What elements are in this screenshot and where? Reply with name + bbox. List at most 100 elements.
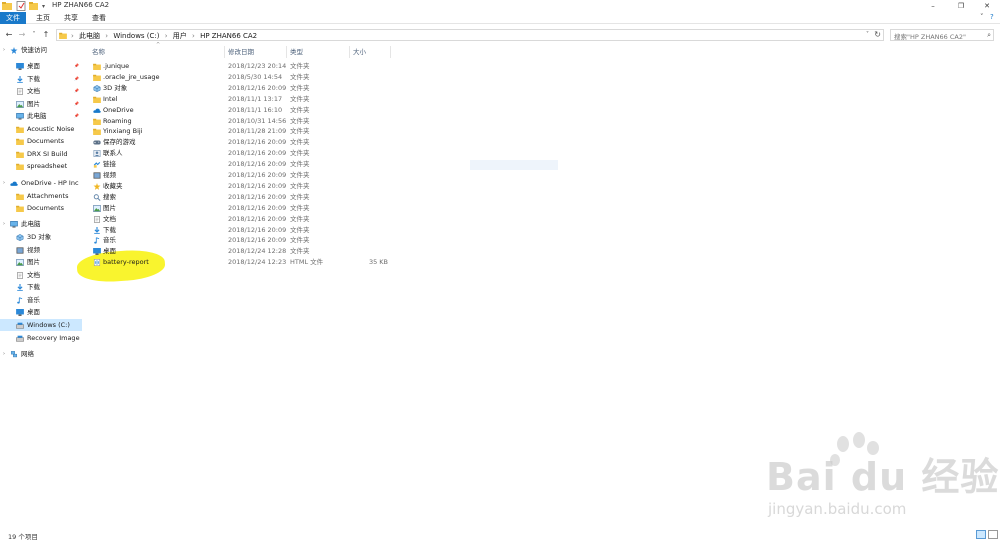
sidebar-item[interactable]: spreadsheet xyxy=(0,160,82,172)
file-row[interactable]: battery-report 2018/12/24 12:23 HTML 文件 35 … xyxy=(90,257,390,268)
details-view-icon[interactable] xyxy=(976,530,986,539)
breadcrumb-separator[interactable]: › xyxy=(192,32,195,40)
column-divider[interactable] xyxy=(286,46,287,58)
new-folder-icon[interactable] xyxy=(29,1,39,11)
file-row[interactable]: 链接 2018/12/16 20:09 文件夹 xyxy=(90,159,390,170)
recent-locations-button[interactable]: ˅ xyxy=(29,29,39,41)
column-header-size[interactable]: 大小 xyxy=(353,46,366,58)
sidebar-item[interactable]: 桌面 📌 xyxy=(0,60,82,72)
file-row[interactable]: 文档 2018/12/16 20:09 文件夹 xyxy=(90,214,390,225)
sidebar-item[interactable]: 下载 📌 xyxy=(0,73,82,85)
sidebar-item[interactable]: DRX SI Build xyxy=(0,148,82,160)
file-row[interactable]: 视频 2018/12/16 20:09 文件夹 xyxy=(90,170,390,181)
sidebar-item[interactable]: Documents xyxy=(0,135,82,147)
breadcrumb-separator[interactable]: › xyxy=(105,32,108,40)
file-row[interactable]: 搜索 2018/12/16 20:09 文件夹 xyxy=(90,192,390,203)
sidebar-item[interactable]: Documents xyxy=(0,202,82,214)
breadcrumb-separator[interactable]: › xyxy=(71,32,74,40)
breadcrumb-current-folder[interactable]: HP ZHAN66 CA2 xyxy=(200,32,257,40)
pin-icon[interactable]: 📌 xyxy=(74,110,79,122)
quick-access-dropdown-icon[interactable]: ▾ xyxy=(42,3,45,10)
sidebar-item[interactable]: › 此电脑 xyxy=(0,218,82,230)
sidebar-item[interactable]: 下载 xyxy=(0,281,82,293)
sidebar-item[interactable]: 桌面 xyxy=(0,306,82,318)
file-row[interactable]: OneDrive 2018/11/1 16:10 文件夹 xyxy=(90,105,390,116)
help-icon[interactable]: ? xyxy=(990,13,994,21)
pin-icon[interactable]: 📌 xyxy=(74,73,79,85)
tab-view[interactable]: 查看 xyxy=(86,12,112,24)
address-dropdown-icon[interactable]: ˅ xyxy=(866,31,869,38)
file-type: 文件夹 xyxy=(290,203,310,212)
file-row[interactable]: .junique 2018/12/23 20:14 文件夹 xyxy=(90,61,390,72)
pin-icon[interactable]: 📌 xyxy=(74,85,79,97)
document-icon xyxy=(93,215,101,223)
column-header-name[interactable]: 名称 xyxy=(92,46,105,58)
folder-icon xyxy=(16,192,24,200)
file-row[interactable]: 3D 对象 2018/12/16 20:09 文件夹 xyxy=(90,83,390,94)
breadcrumb-separator[interactable]: › xyxy=(165,32,168,40)
back-button[interactable]: ← xyxy=(4,29,14,41)
file-type: 文件夹 xyxy=(290,236,310,245)
file-row[interactable]: 保存的游戏 2018/12/16 20:09 文件夹 xyxy=(90,137,390,148)
file-name: 视频 xyxy=(103,171,116,179)
minimize-button[interactable]: – xyxy=(922,0,944,12)
expand-chevron-icon[interactable]: › xyxy=(3,177,5,189)
maximize-button[interactable]: ❐ xyxy=(950,0,972,12)
file-date: 2018/12/16 20:09 xyxy=(228,214,287,223)
sidebar-item[interactable]: 视频 xyxy=(0,244,82,256)
refresh-icon[interactable]: ↻ xyxy=(874,30,881,39)
breadcrumb-drive-c[interactable]: Windows (C:) xyxy=(113,32,159,40)
large-icons-view-icon[interactable] xyxy=(988,530,998,539)
file-row[interactable]: 下载 2018/12/16 20:09 文件夹 xyxy=(90,225,390,236)
sidebar-item[interactable]: 此电脑 📌 xyxy=(0,110,82,122)
file-row[interactable]: .oracle_jre_usage 2018/5/30 14:54 文件夹 xyxy=(90,72,390,83)
file-row[interactable]: 音乐 2018/12/16 20:09 文件夹 xyxy=(90,235,390,246)
breadcrumb-users[interactable]: 用户 xyxy=(173,32,187,40)
sidebar-item[interactable]: › 快速访问 xyxy=(0,44,82,56)
sidebar-item[interactable]: Attachments xyxy=(0,190,82,202)
sidebar-item[interactable]: 音乐 xyxy=(0,294,82,306)
folder-icon[interactable] xyxy=(2,1,12,11)
tab-share[interactable]: 共享 xyxy=(58,12,84,24)
watermark-url: jingyan.baidu.com xyxy=(768,500,907,518)
column-divider[interactable] xyxy=(390,46,391,58)
file-row[interactable]: Roaming 2018/10/31 14:56 文件夹 xyxy=(90,116,390,127)
up-button[interactable]: ↑ xyxy=(41,29,51,41)
pin-icon[interactable]: 📌 xyxy=(74,60,79,72)
file-row[interactable]: 桌面 2018/12/24 12:28 文件夹 xyxy=(90,246,390,257)
file-row[interactable]: 图片 2018/12/16 20:09 文件夹 xyxy=(90,203,390,214)
search-input[interactable]: 搜索"HP ZHAN66 CA2" ⌕ xyxy=(890,29,994,41)
file-row[interactable]: Yinxiang Biji 2018/11/28 21:09 文件夹 xyxy=(90,126,390,137)
forward-button[interactable]: → xyxy=(17,29,27,41)
file-row[interactable]: Intel 2018/11/1 13:17 文件夹 xyxy=(90,94,390,105)
column-header-date[interactable]: 修改日期 xyxy=(228,46,254,58)
sidebar-item[interactable]: 图片 xyxy=(0,256,82,268)
sidebar-item[interactable]: Acoustic Noise xyxy=(0,123,82,135)
tab-file[interactable]: 文件 xyxy=(0,12,26,24)
file-row[interactable]: 收藏夹 2018/12/16 20:09 文件夹 xyxy=(90,181,390,192)
column-divider[interactable] xyxy=(349,46,350,58)
breadcrumb-this-pc[interactable]: 此电脑 xyxy=(79,32,100,40)
expand-chevron-icon[interactable]: › xyxy=(3,348,5,360)
ribbon-expand-icon[interactable]: ˅ xyxy=(980,13,984,21)
sidebar-item[interactable]: 图片 📌 xyxy=(0,98,82,110)
sidebar-item[interactable]: Windows (C:) xyxy=(0,319,82,331)
column-divider[interactable] xyxy=(224,46,225,58)
tab-home[interactable]: 主页 xyxy=(30,12,56,24)
sidebar-item[interactable]: Recovery Image ( xyxy=(0,332,82,344)
close-button[interactable]: ✕ xyxy=(976,0,998,12)
file-size: 35 KB xyxy=(368,258,388,267)
sidebar-item[interactable]: 文档 📌 xyxy=(0,85,82,97)
sidebar-item[interactable]: › 网络 xyxy=(0,348,82,360)
address-bar[interactable]: › 此电脑 › Windows (C:) › 用户 › HP ZHAN66 CA… xyxy=(56,29,884,41)
sidebar-item[interactable]: 3D 对象 xyxy=(0,231,82,243)
column-header-type[interactable]: 类型 xyxy=(290,46,303,58)
properties-icon[interactable] xyxy=(16,1,26,11)
expand-chevron-icon[interactable]: › xyxy=(3,44,5,56)
sidebar-item[interactable]: › OneDrive - HP Inc xyxy=(0,177,82,189)
search-icon[interactable]: ⌕ xyxy=(987,31,991,40)
sidebar-item[interactable]: 文档 xyxy=(0,269,82,281)
expand-chevron-icon[interactable]: › xyxy=(3,218,5,230)
file-row[interactable]: 联系人 2018/12/16 20:09 文件夹 xyxy=(90,148,390,159)
pin-icon[interactable]: 📌 xyxy=(74,98,79,110)
